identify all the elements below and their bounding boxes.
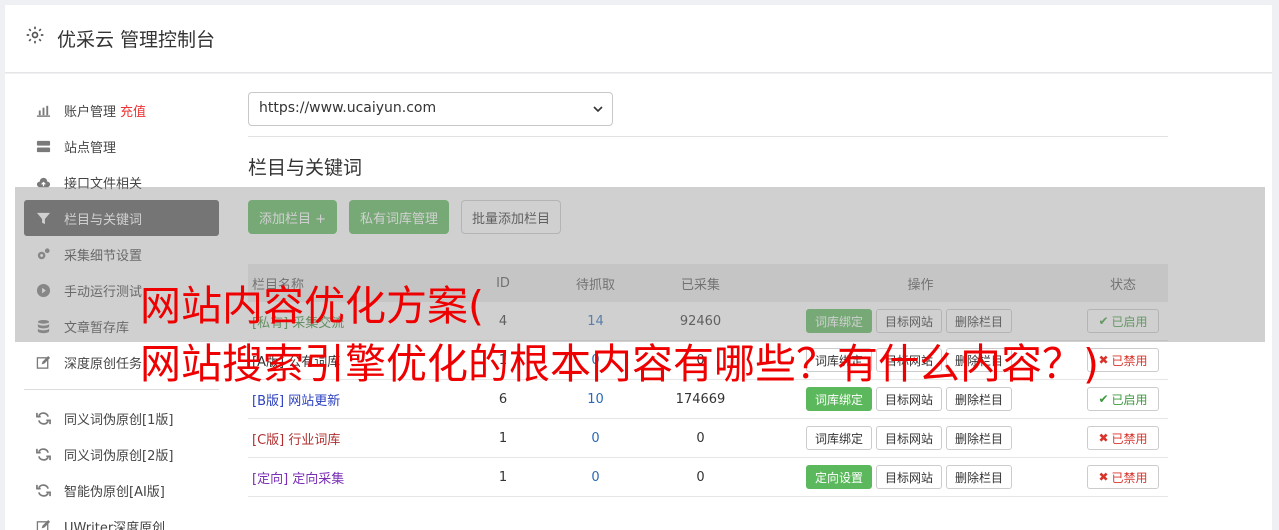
site-select-value: https://www.ucaiyun.com [259, 100, 437, 116]
bind-lib-button[interactable]: 词库绑定 [806, 387, 873, 411]
status-text: 已启用 [1111, 392, 1148, 407]
pending-count[interactable]: 0 [553, 470, 638, 485]
target-site-button[interactable]: 目标网站 [876, 387, 943, 411]
sidebar-item-a-1[interactable]: 站点管理 [24, 128, 219, 164]
sidebar-item-label: 深度原创任务 [64, 356, 143, 372]
status-cell: ✖ 已禁用 [1078, 465, 1168, 489]
column-title: 网站更新 [288, 393, 341, 409]
edit-icon [35, 518, 51, 530]
section-title: 栏目与关键词 [248, 157, 363, 179]
status-badge[interactable]: ✖ 已禁用 [1087, 426, 1159, 450]
sidebar-item-label: 同义词伪原创[1版] [64, 412, 174, 428]
watermark-line-1: 网站内容优化方案( [140, 282, 484, 330]
column-name[interactable]: [C版] 行业词库 [248, 429, 453, 448]
column-name[interactable]: [B版] 网站更新 [248, 390, 453, 409]
divider [248, 136, 1168, 137]
column-title: 行业词库 [288, 432, 341, 448]
status-text: 已禁用 [1111, 470, 1148, 485]
sidebar-item-a-0[interactable]: 账户管理 充值 [24, 92, 219, 128]
refresh-icon [35, 410, 51, 426]
collected-count: 0 [696, 469, 705, 485]
status-badge[interactable]: ✔ 已启用 [1087, 387, 1159, 411]
table-row: [C版] 行业词库 1 0 0 词库绑定 目标网站 删除栏目 ✖ 已禁用 [248, 419, 1168, 458]
row-actions: 词库绑定 目标网站 删除栏目 [763, 387, 1078, 411]
status-text: 已禁用 [1111, 353, 1148, 368]
column-id: 6 [498, 391, 508, 407]
column-id: 1 [498, 469, 508, 485]
server-icon [35, 138, 51, 154]
target-site-button[interactable]: 目标网站 [876, 426, 943, 450]
sidebar-item-label: 同义词伪原创[2版] [64, 448, 174, 464]
sidebar-item-b-1[interactable]: 同义词伪原创[2版] [24, 436, 219, 472]
bind-lib-button[interactable]: 词库绑定 [806, 426, 873, 450]
delete-column-button[interactable]: 删除栏目 [946, 465, 1013, 489]
pending-count[interactable]: 10 [553, 392, 638, 407]
edit-icon [35, 354, 51, 370]
collected-count: 174669 [675, 391, 726, 407]
bind-lib-button[interactable]: 定向设置 [806, 465, 873, 489]
column-tag: [B版] [252, 393, 285, 409]
row-actions: 定向设置 目标网站 删除栏目 [763, 465, 1078, 489]
collected-count: 0 [696, 430, 705, 446]
target-site-button[interactable]: 目标网站 [876, 465, 943, 489]
sidebar-item-b-2[interactable]: 智能伪原创[AI版] [24, 472, 219, 508]
refresh-icon [35, 446, 51, 462]
column-tag: [C版] [252, 432, 285, 448]
column-id: 1 [498, 430, 508, 446]
pending-count[interactable]: 0 [553, 431, 638, 446]
sidebar-item-label: 智能伪原创[AI版] [64, 484, 165, 500]
gear-icon [26, 26, 44, 44]
status-text: 已禁用 [1111, 431, 1148, 446]
app-header: 优采云 管理控制台 [5, 5, 1272, 73]
status-cell: ✔ 已启用 [1078, 387, 1168, 411]
page-title: 优采云 管理控制台 [57, 29, 216, 51]
site-select[interactable]: https://www.ucaiyun.com [248, 92, 613, 126]
refresh-icon [35, 482, 51, 498]
delete-column-button[interactable]: 删除栏目 [946, 426, 1013, 450]
delete-column-button[interactable]: 删除栏目 [946, 387, 1013, 411]
close-icon: ✖ [1098, 470, 1109, 484]
sidebar-item-label: UWriter深度原创 [64, 520, 166, 530]
table-row: [定向] 定向采集 1 0 0 定向设置 目标网站 删除栏目 ✖ 已禁用 [248, 458, 1168, 497]
close-icon: ✖ [1098, 431, 1109, 445]
sidebar-item-label: 站点管理 [64, 140, 117, 156]
bar-chart-icon [35, 102, 51, 118]
sidebar-item-label: 账户管理 [64, 104, 117, 120]
check-icon: ✔ [1098, 392, 1109, 406]
row-actions: 词库绑定 目标网站 删除栏目 [763, 426, 1078, 450]
column-title: 定向采集 [292, 471, 345, 487]
recharge-link[interactable]: 充值 [120, 101, 146, 120]
status-badge[interactable]: ✖ 已禁用 [1087, 465, 1159, 489]
column-name[interactable]: [定向] 定向采集 [248, 468, 453, 487]
sidebar-item-b-3[interactable]: UWriter深度原创 [24, 508, 219, 530]
close-icon: ✖ [1098, 353, 1109, 367]
watermark-line-2: 网站搜索引擎优化的根本内容有哪些？有什么内容？) [140, 340, 1099, 388]
chevron-down-icon [593, 106, 603, 113]
sidebar-item-b-0[interactable]: 同义词伪原创[1版] [24, 400, 219, 436]
column-tag: [定向] [252, 471, 289, 487]
status-cell: ✖ 已禁用 [1078, 426, 1168, 450]
